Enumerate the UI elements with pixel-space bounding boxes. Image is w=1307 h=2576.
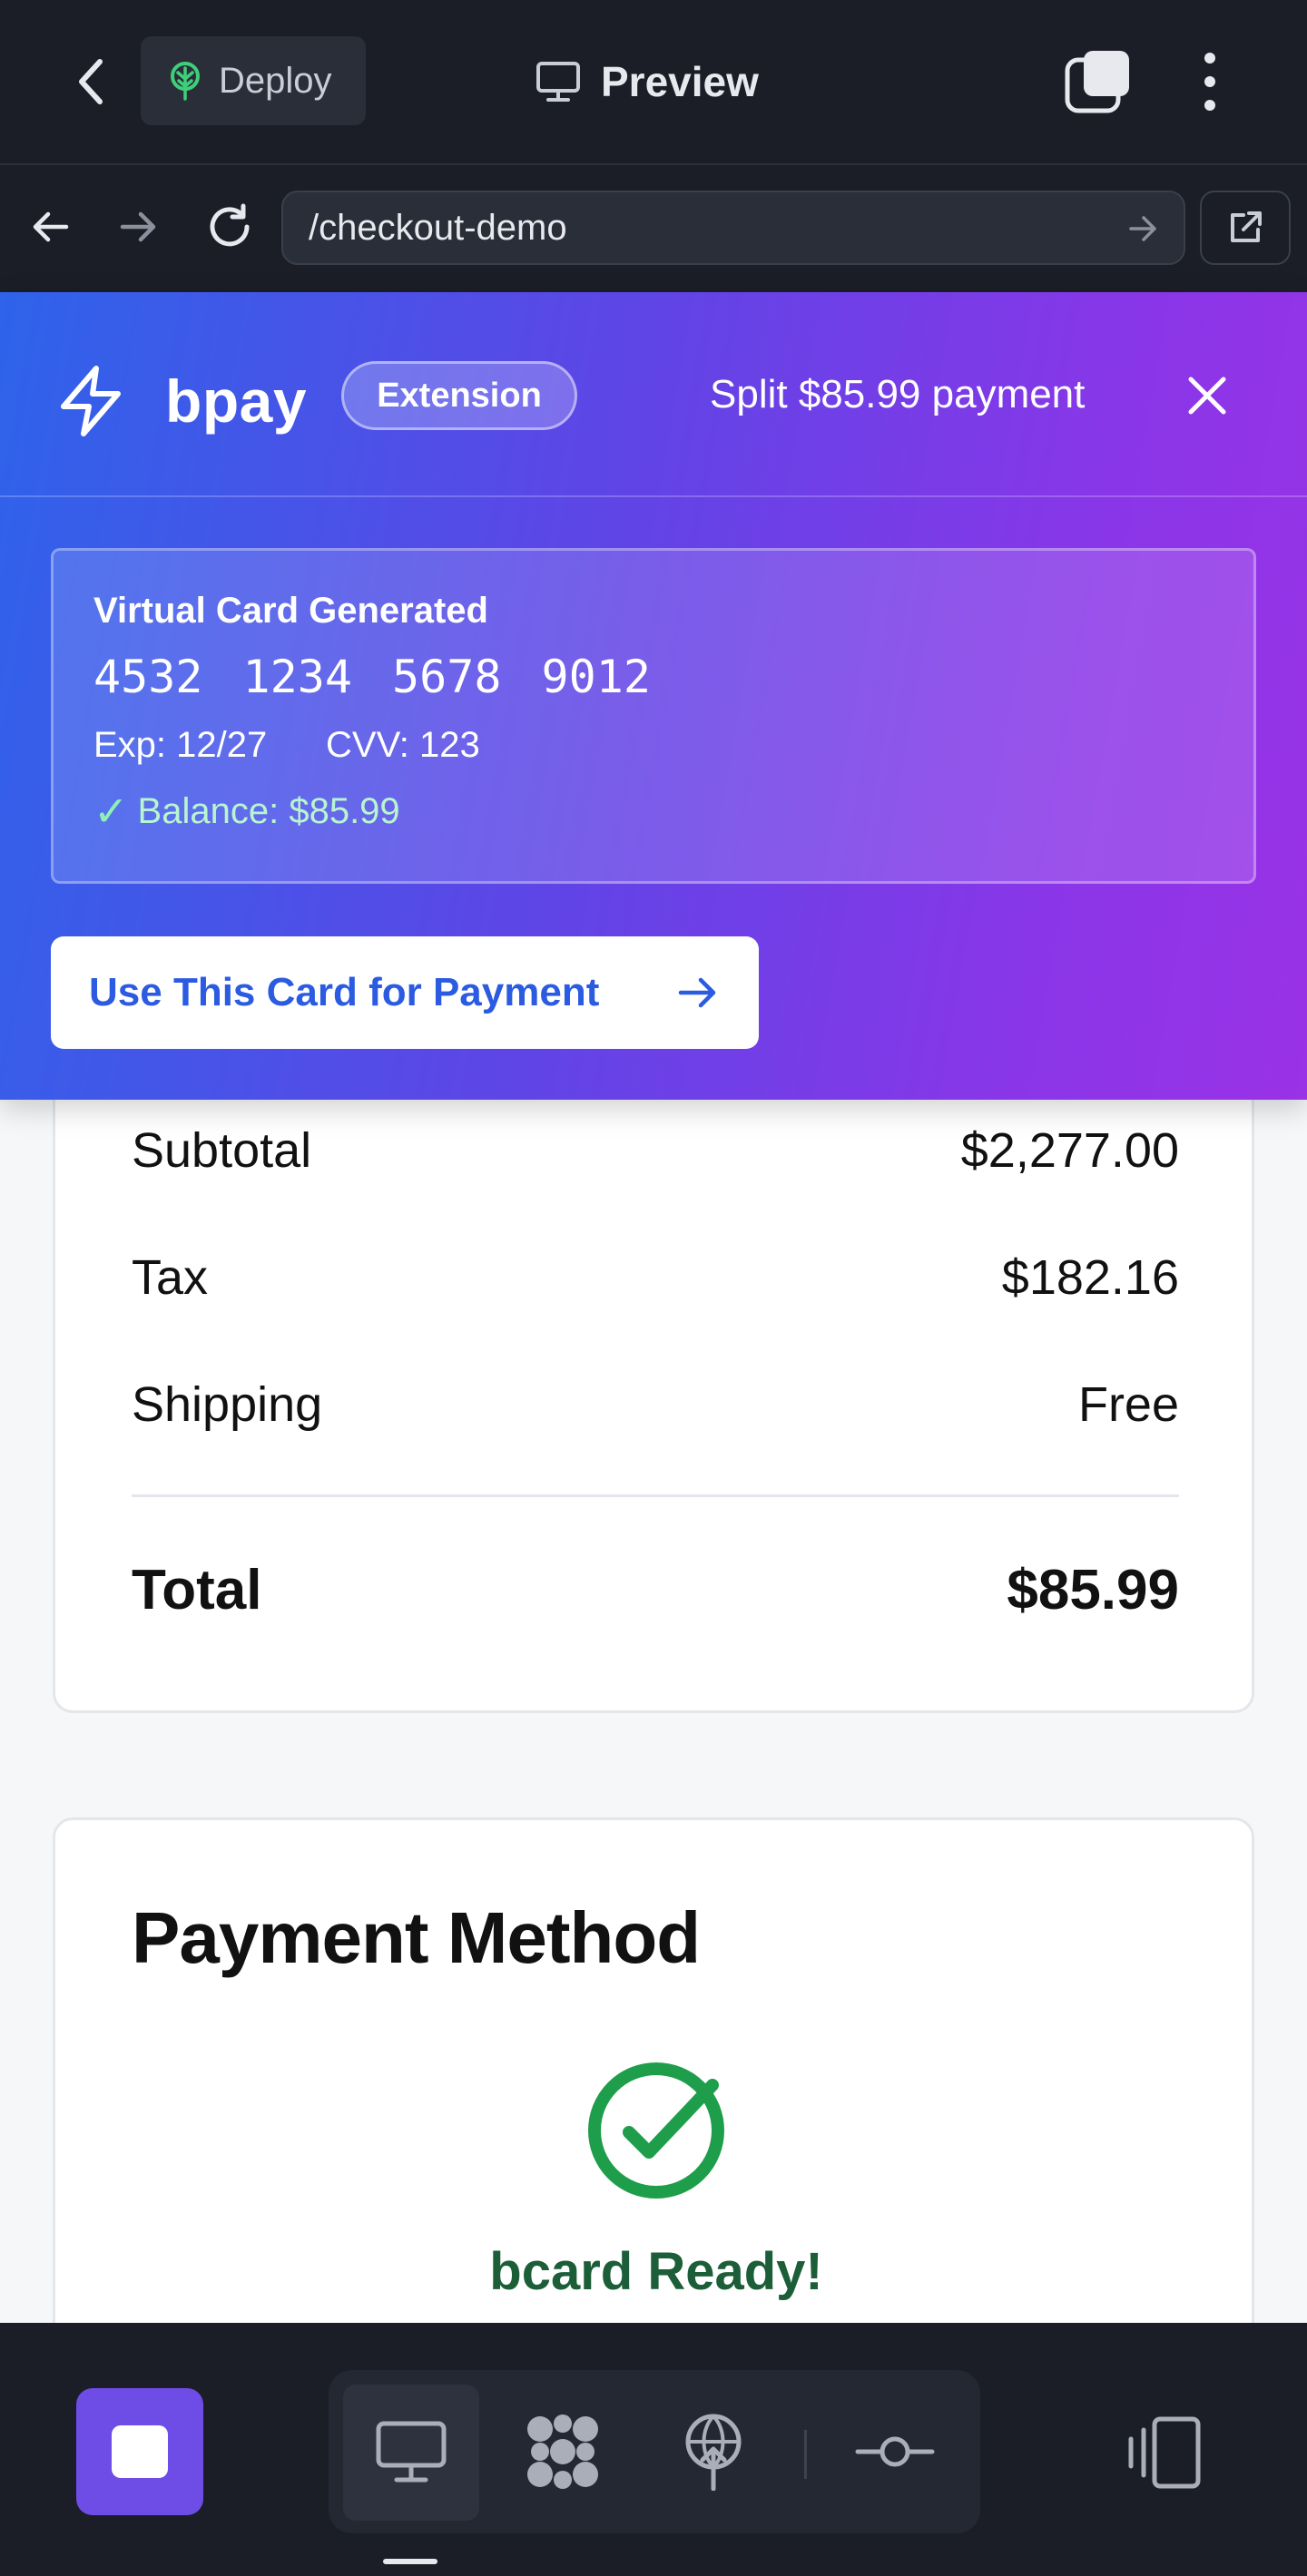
use-card-label: Use This Card for Payment bbox=[89, 970, 600, 1014]
payment-method-title: Payment Method bbox=[132, 1897, 701, 1978]
summary-value: Free bbox=[1077, 1377, 1179, 1432]
monitor-icon bbox=[536, 62, 580, 102]
reload-icon bbox=[210, 203, 250, 247]
total-value: $85.99 bbox=[1007, 1559, 1179, 1621]
preview-title: Preview bbox=[536, 45, 759, 118]
stop-button[interactable] bbox=[76, 2388, 203, 2515]
arrow-right-icon bbox=[678, 977, 716, 1008]
monitor-icon bbox=[376, 2421, 447, 2483]
chevron-left-icon bbox=[79, 59, 103, 104]
deploy-tool-button[interactable] bbox=[668, 2406, 759, 2497]
checkmark-icon: ✓ bbox=[93, 788, 129, 835]
arrow-right-icon bbox=[120, 211, 156, 242]
close-icon[interactable] bbox=[1182, 370, 1233, 421]
summary-row-total: Total $85.99 bbox=[132, 1558, 1179, 1622]
bottom-toolbar bbox=[0, 2323, 1307, 2576]
bpay-extension-panel: bpay Extension Split $85.99 payment Virt… bbox=[0, 292, 1307, 1100]
back-button[interactable] bbox=[64, 50, 118, 113]
tree-icon bbox=[171, 62, 200, 101]
split-payment-text: Split $85.99 payment bbox=[710, 372, 1086, 416]
tool-group bbox=[329, 2370, 980, 2533]
extension-badge: Extension bbox=[341, 361, 577, 430]
tabs-icon[interactable] bbox=[1064, 47, 1133, 116]
summary-divider bbox=[132, 1494, 1179, 1497]
device-toggle-icon[interactable] bbox=[1122, 2414, 1213, 2492]
url-input[interactable]: /checkout-demo bbox=[281, 191, 1185, 265]
home-indicator bbox=[383, 2559, 437, 2564]
use-card-button[interactable]: Use This Card for Payment bbox=[51, 936, 759, 1049]
open-external-button[interactable] bbox=[1200, 191, 1291, 265]
panel-divider bbox=[0, 495, 1307, 497]
check-circle-icon bbox=[588, 2062, 724, 2199]
summary-row-shipping: Shipping Free bbox=[132, 1376, 1179, 1433]
summary-label: Subtotal bbox=[132, 1123, 312, 1178]
stop-icon bbox=[112, 2425, 168, 2478]
commit-button[interactable] bbox=[850, 2406, 940, 2497]
card-number: 4532 1234 5678 9012 bbox=[93, 651, 651, 703]
brand-name: bpay bbox=[165, 367, 308, 435]
desktop-view-button[interactable] bbox=[343, 2385, 479, 2521]
reload-button[interactable] bbox=[198, 195, 261, 259]
card-balance: ✓ Balance: $85.99 bbox=[93, 787, 400, 836]
url-text: /checkout-demo bbox=[309, 207, 567, 248]
nav-forward-button[interactable] bbox=[107, 195, 171, 259]
commit-icon bbox=[855, 2436, 935, 2467]
deploy-label: Deploy bbox=[219, 60, 332, 101]
nav-back-button[interactable] bbox=[18, 195, 82, 259]
virtual-card: Virtual Card Generated 4532 1234 5678 90… bbox=[51, 548, 1256, 884]
bolt-icon bbox=[61, 366, 121, 436]
balance-text: Balance: $85.99 bbox=[137, 790, 400, 831]
card-cvv: CVV: 123 bbox=[326, 725, 480, 765]
kebab-menu-icon[interactable] bbox=[1196, 47, 1223, 116]
payment-status: bcard Ready! bbox=[489, 2242, 823, 2301]
order-summary-card: Subtotal $2,277.00 Tax $182.16 Shipping … bbox=[53, 1071, 1254, 1713]
blocks-icon bbox=[527, 2414, 598, 2489]
card-expiry: Exp: 12/27 bbox=[93, 725, 268, 765]
components-button[interactable] bbox=[517, 2406, 608, 2497]
virtual-card-title: Virtual Card Generated bbox=[93, 591, 488, 631]
go-arrow-icon[interactable] bbox=[1125, 209, 1162, 249]
summary-row-tax: Tax $182.16 bbox=[132, 1249, 1179, 1306]
app-top-bar: Deploy Preview bbox=[0, 0, 1307, 163]
external-link-icon bbox=[1231, 211, 1262, 242]
globe-upload-icon bbox=[685, 2414, 742, 2491]
summary-label: Shipping bbox=[132, 1377, 323, 1432]
tool-separator bbox=[804, 2430, 807, 2479]
total-label: Total bbox=[132, 1559, 262, 1621]
arrow-left-icon bbox=[33, 211, 69, 242]
deploy-button[interactable]: Deploy bbox=[141, 36, 366, 125]
summary-row-subtotal: Subtotal $2,277.00 bbox=[132, 1122, 1179, 1179]
preview-label: Preview bbox=[601, 58, 759, 105]
summary-label: Tax bbox=[132, 1250, 209, 1305]
summary-value: $2,277.00 bbox=[960, 1123, 1179, 1178]
summary-value: $182.16 bbox=[1001, 1250, 1179, 1305]
